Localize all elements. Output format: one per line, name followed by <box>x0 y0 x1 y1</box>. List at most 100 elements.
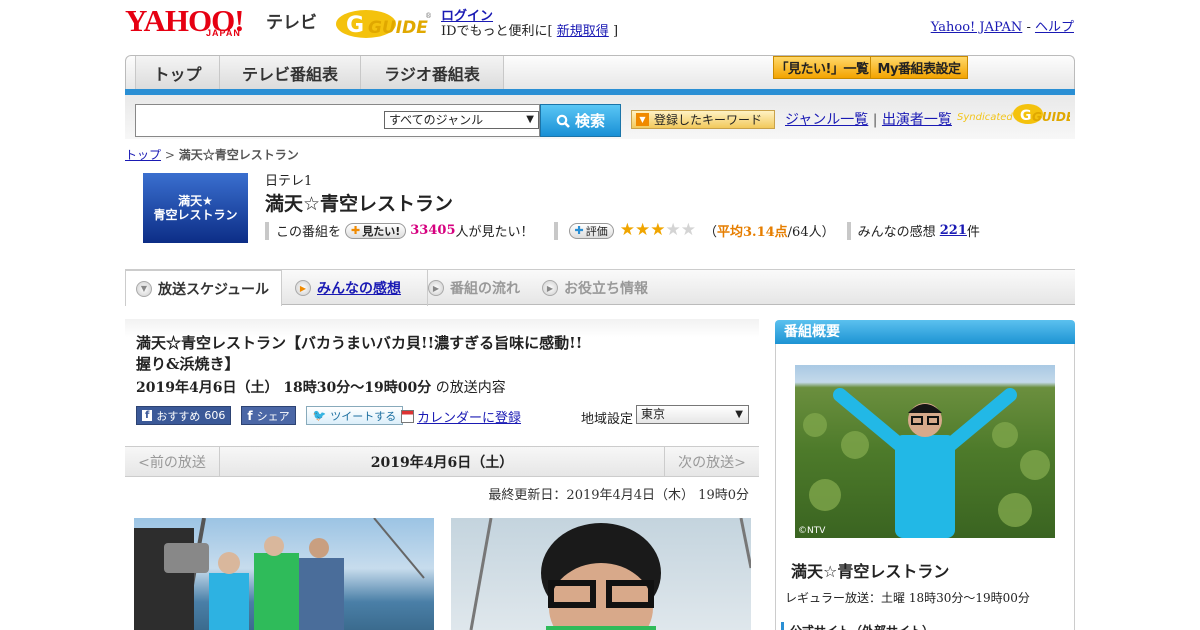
thumbnail-title-line1: 満天★ <box>178 194 213 208</box>
login-prompt-suffix: ] <box>612 24 619 39</box>
tab-program-flow[interactable]: ▶ 番組の流れ <box>427 270 520 306</box>
facebook-share-label: シェア <box>256 409 290 423</box>
episode-photo-2-art <box>469 518 751 630</box>
calendar-register-link[interactable]: カレンダーに登録 <box>417 407 521 426</box>
area-select[interactable]: 東京 ▼ <box>636 405 749 424</box>
svg-text:G: G <box>346 13 364 38</box>
episode-photo-2[interactable] <box>451 518 751 630</box>
chevron-down-icon: ▼ <box>136 280 152 297</box>
stat-divider <box>265 221 269 240</box>
plus-icon: ✚ <box>351 224 361 237</box>
rating-open-paren: （ <box>703 225 717 240</box>
search-button-label: 検索 <box>574 112 605 130</box>
my-listings-settings-button[interactable]: My番組表設定 <box>870 56 968 79</box>
last-updated: 最終更新日：2019年4月4日（木） 19時0分 <box>488 488 749 503</box>
chevron-down-icon: ▼ <box>636 113 649 126</box>
signup-link[interactable]: 新規取得 <box>557 24 609 39</box>
star-filled-icon: ★ <box>650 220 666 240</box>
search-button[interactable]: 検索 <box>540 104 621 137</box>
play-icon: ▶ <box>295 280 311 296</box>
channel-name: 日テレ1 <box>265 174 313 189</box>
tweet-label: ツイートする <box>330 409 397 423</box>
rating-button[interactable]: ✚ 評価 <box>568 222 614 239</box>
facebook-icon: f <box>247 408 253 423</box>
calendar-register[interactable]: カレンダーに登録 <box>401 407 521 426</box>
share-buttons: f おすすめ 606 f シェア 🐦 ツイートする <box>136 406 404 425</box>
login-prompt: IDでもっと便利に[ 新規取得 ] <box>441 20 618 39</box>
impressions-label: みんなの感想 <box>857 225 936 240</box>
svg-text:®: ® <box>425 12 432 20</box>
impressions-unit: 件 <box>966 225 980 240</box>
tab-useful-info[interactable]: ▶ お役立ち情報 <box>542 270 648 306</box>
mitai-list-button[interactable]: 「見たい!」一覧 <box>773 56 871 79</box>
area-select-value: 東京 <box>641 407 666 421</box>
mitai-button[interactable]: ✚ 見たい! <box>345 222 407 239</box>
program-thumbnail[interactable]: 満天★ 青空レストラン <box>143 173 248 243</box>
official-site-link[interactable]: 公式サイト（外部サイト） <box>781 622 934 630</box>
episode-datetime: 2019年4月6日（土） 18時30分～19時00分 の放送内容 <box>136 377 506 397</box>
top-right-links: Yahoo! JAPAN - ヘルプ <box>931 16 1074 35</box>
play-icon: ▶ <box>428 280 444 296</box>
sidebar-program-title: 満天☆青空レストラン <box>791 562 950 581</box>
tweet-button[interactable]: 🐦 ツイートする <box>305 406 404 425</box>
svg-text:G: G <box>1020 108 1032 124</box>
registered-keywords-button[interactable]: ▼ 登録したキーワード <box>631 110 775 129</box>
gguide-syndicated-logo: G GUIDE <box>1013 104 1070 124</box>
breadcrumb-separator: > <box>161 148 179 162</box>
syndicated-label: Syndicated <box>957 112 1013 123</box>
star-empty-icon: ★ <box>680 220 696 240</box>
nav-tab-tv-listings[interactable]: テレビ番組表 <box>219 56 361 89</box>
twitter-bird-icon: 🐦 <box>312 409 327 422</box>
episode-title: 満天☆青空レストラン【バカうまいバカ貝!!濃すぎる旨味に感動!!握り&浜焼き】 <box>136 334 583 373</box>
stat-divider <box>553 221 558 240</box>
mitai-suffix: 人が見たい！ <box>455 225 534 240</box>
registered-keywords-label: 登録したキーワード <box>654 113 763 127</box>
facebook-recommend-label: おすすめ <box>156 409 201 423</box>
facebook-recommend-button[interactable]: f おすすめ 606 <box>136 406 232 425</box>
gguide-logo-text: GUIDE <box>368 18 428 38</box>
prev-broadcast-link[interactable]: <前の放送 <box>125 447 220 477</box>
thumbnail-title-line2: 青空レストラン <box>153 208 238 222</box>
rating-average: 平均3.14点 <box>717 225 788 240</box>
episode-photo-1-art <box>134 518 425 630</box>
episode-datetime-suffix: の放送内容 <box>431 380 506 396</box>
nav-tab-radio-listings[interactable]: ラジオ番組表 <box>360 56 504 89</box>
episode-photo-1[interactable] <box>134 518 434 630</box>
star-filled-icon: ★ <box>619 220 635 240</box>
tab-label: 番組の流れ <box>450 281 520 297</box>
performer-list-link[interactable]: 出演者一覧 <box>882 112 952 128</box>
facebook-share-button[interactable]: f シェア <box>241 406 296 425</box>
photo-credit: ©NTV <box>798 526 826 536</box>
impressions-count-link[interactable]: 221 <box>940 223 967 238</box>
yahoo-japan-link[interactable]: Yahoo! JAPAN <box>931 20 1023 35</box>
breadcrumb-current: 満天☆青空レストラン <box>178 148 299 162</box>
tv-label[interactable]: テレビ <box>266 8 317 33</box>
rating-votes: /64人） <box>787 225 835 240</box>
breadcrumb: トップ > 満天☆青空レストラン <box>125 146 299 163</box>
play-icon: ▶ <box>542 280 558 296</box>
tab-label: みんなの感想 <box>317 281 401 297</box>
mitai-prefix: この番組を <box>276 225 342 240</box>
tab-impressions[interactable]: ▶ みんなの感想 <box>295 270 401 306</box>
program-summary-photo[interactable]: ©NTV <box>795 365 1055 538</box>
stat-divider <box>846 221 851 240</box>
tab-label: 放送スケジュール <box>158 281 270 298</box>
genre-select[interactable]: すべてのジャンル ▼ <box>384 111 539 129</box>
mitai-count: 33405 <box>410 223 456 238</box>
plus-icon: ✚ <box>574 224 584 237</box>
gguide-logo[interactable]: G GUIDE ® <box>334 6 432 42</box>
nav-tab-top[interactable]: トップ <box>135 56 220 89</box>
program-title: 満天☆青空レストラン <box>265 193 454 215</box>
star-empty-icon: ★ <box>665 220 681 240</box>
program-stats: この番組を ✚ 見たい! 33405 人が見たい！ ✚ 評価 ★★★★★ （平均3.… <box>265 221 980 240</box>
search-icon <box>556 114 570 128</box>
next-broadcast-link[interactable]: 次の放送> <box>664 447 759 477</box>
breadcrumb-top-link[interactable]: トップ <box>125 148 161 162</box>
area-setting-label: 地域設定 <box>581 412 634 427</box>
browse-links: ジャンル一覧 | 出演者一覧 <box>785 109 952 129</box>
help-link[interactable]: ヘルプ <box>1035 20 1074 35</box>
tab-label: お役立ち情報 <box>564 281 648 297</box>
chevron-down-icon: ▼ <box>735 409 743 420</box>
genre-list-link[interactable]: ジャンル一覧 <box>785 112 868 128</box>
tab-broadcast-schedule[interactable]: ▼ 放送スケジュール <box>125 270 282 306</box>
